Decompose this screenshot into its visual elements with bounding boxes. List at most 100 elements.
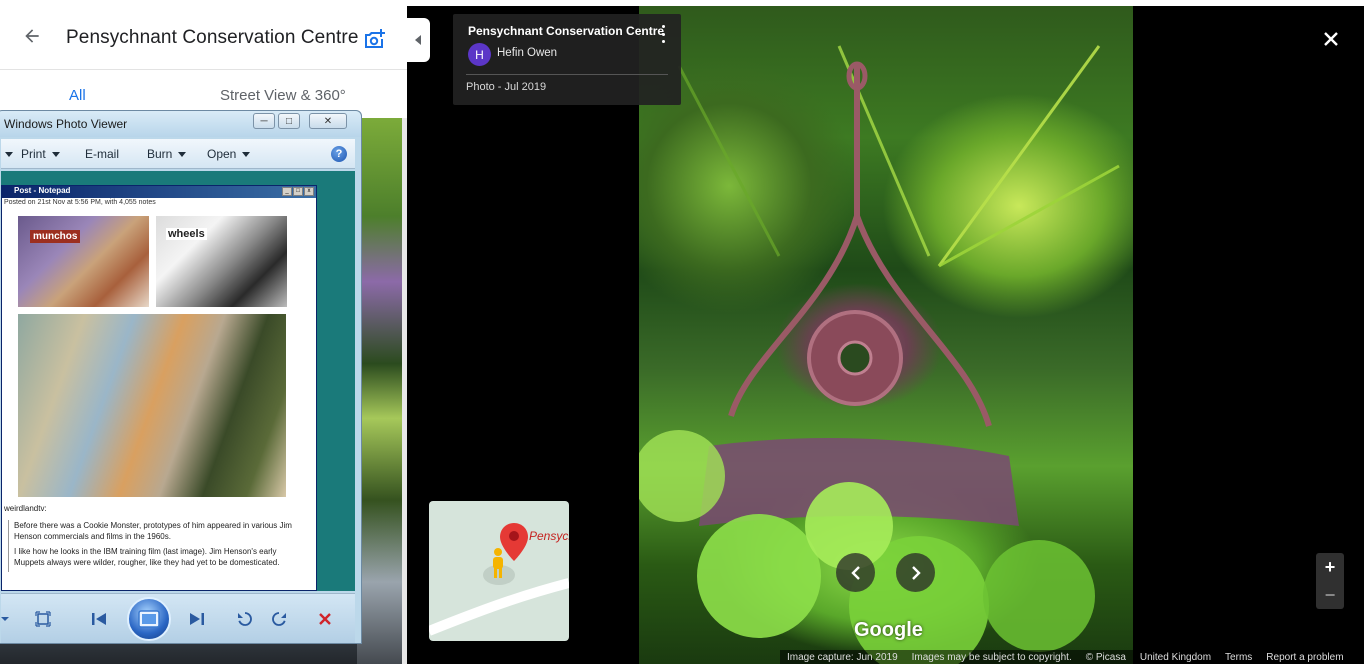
main-photo[interactable] xyxy=(639,6,1133,664)
pegman-icon xyxy=(493,548,503,578)
terms-link[interactable]: Terms xyxy=(1218,652,1259,663)
picasa-credit: © Picasa xyxy=(1085,651,1126,663)
dot xyxy=(661,25,665,28)
slideshow-button[interactable] xyxy=(127,597,171,641)
fit-window-icon xyxy=(35,611,51,627)
dot xyxy=(661,40,665,43)
rotate-counterclockwise-icon xyxy=(238,612,252,626)
panel-title: Pensychnant Conservation Centre xyxy=(66,27,359,48)
chevron-down-icon xyxy=(5,152,13,158)
zoom-in-button[interactable]: + xyxy=(1316,553,1344,581)
notepad-controls: _ □ x xyxy=(282,187,314,196)
rotate-left-button[interactable] xyxy=(235,610,255,628)
help-button[interactable]: ? xyxy=(331,146,347,162)
more-options-button[interactable] xyxy=(658,25,668,43)
delete-button[interactable] xyxy=(315,610,335,628)
delete-x-icon xyxy=(319,613,331,625)
skip-next-icon xyxy=(190,613,204,625)
add-photo-icon xyxy=(365,29,385,48)
minimap[interactable]: Pensychnant Conse xyxy=(429,501,569,641)
iron-chair-ornament xyxy=(639,45,1120,664)
divider xyxy=(466,74,668,75)
post-username: weirdlandtv: xyxy=(4,504,47,513)
dot xyxy=(661,32,665,36)
window-title: Windows Photo Viewer xyxy=(4,117,128,131)
maximize-button[interactable]: □ xyxy=(278,113,300,129)
zoom-button[interactable] xyxy=(0,610,15,628)
chevron-down-icon xyxy=(51,152,60,158)
quote-paragraph: I like how he looks in the IBM training … xyxy=(14,547,280,567)
back-button[interactable] xyxy=(18,22,46,50)
chevron-down-icon xyxy=(242,152,251,158)
burn-menu[interactable]: Burn xyxy=(147,147,187,161)
photo-date: Photo - Jul 2019 xyxy=(466,81,547,93)
print-label: Print xyxy=(21,147,46,161)
copyright-notice: Images may be subject to copyright. xyxy=(911,651,1072,663)
tab-street-view[interactable]: Street View & 360° xyxy=(220,87,346,104)
window-titlebar[interactable]: Windows Photo Viewer ─ □ ✕ xyxy=(0,111,361,137)
attribution-footer: Image capture: Jun 2019 Images may be su… xyxy=(780,650,1364,664)
add-photo-button[interactable] xyxy=(360,24,390,54)
viewer-controls-bar xyxy=(1,593,355,643)
email-button[interactable]: E-mail xyxy=(85,147,119,161)
print-menu[interactable]: Print xyxy=(21,147,60,161)
close-icon: x xyxy=(304,187,314,196)
report-problem-link[interactable]: Report a problem xyxy=(1259,652,1350,663)
skip-previous-icon xyxy=(92,613,106,625)
minimize-icon: _ xyxy=(282,187,292,196)
rotate-clockwise-icon xyxy=(272,612,286,626)
region-link[interactable]: United Kingdom xyxy=(1133,652,1218,663)
maximize-icon: □ xyxy=(293,187,303,196)
chevron-down-icon xyxy=(1,617,9,621)
chevron-right-icon xyxy=(911,565,921,580)
minimap-place-label: Pensychnant Conse xyxy=(529,529,569,543)
window-close-button[interactable]: ✕ xyxy=(309,113,347,129)
screen: Pensychnant Conservation Centre All Stre… xyxy=(0,0,1364,664)
chevron-down-icon xyxy=(178,152,187,158)
burn-label: Burn xyxy=(147,147,173,161)
previous-photo-button[interactable] xyxy=(836,553,875,592)
image-text: munchos xyxy=(30,230,81,243)
close-icon xyxy=(1324,32,1338,46)
avatar[interactable]: H xyxy=(468,43,491,66)
capture-date: Image capture: Jun 2019 xyxy=(787,651,898,663)
windows-photo-viewer-window: Windows Photo Viewer ─ □ ✕ Print E-mail … xyxy=(0,110,362,644)
collapse-panel-button[interactable] xyxy=(407,18,430,62)
slideshow-icon xyxy=(138,610,160,628)
quote-paragraph: Before there was a Cookie Monster, proto… xyxy=(14,521,292,541)
google-logo: Google xyxy=(854,619,923,641)
viewer-canvas: Post - Notepad _ □ x Posted on 21st Nov at… xyxy=(1,171,355,591)
minimize-button[interactable]: ─ xyxy=(253,113,275,129)
post-image-ibm-film xyxy=(18,314,286,497)
panel-scrollbar[interactable] xyxy=(402,118,407,664)
notepad-titlebar: Post - Notepad _ □ x xyxy=(2,186,316,198)
rotate-right-button[interactable] xyxy=(269,610,289,628)
post-image-munchos: munchos xyxy=(18,216,149,307)
viewer-toolbar: Print E-mail Burn Open ? xyxy=(1,139,355,169)
actual-size-button[interactable] xyxy=(33,610,53,628)
arrow-back-icon xyxy=(25,29,39,43)
file-menu-caret[interactable] xyxy=(0,147,13,161)
close-viewer-button[interactable] xyxy=(1318,26,1344,52)
maximize-icon: □ xyxy=(285,115,293,127)
tab-all[interactable]: All xyxy=(69,87,86,104)
previous-button[interactable] xyxy=(89,610,109,628)
zoom-controls: + − xyxy=(1316,553,1344,609)
place-title[interactable]: Pensychnant Conservation Centre xyxy=(468,24,664,38)
open-menu[interactable]: Open xyxy=(207,147,251,161)
image-text: wheels xyxy=(166,228,207,240)
photo-thumbnail-edge xyxy=(357,118,402,664)
author-name[interactable]: Hefin Owen xyxy=(497,47,557,59)
post-meta: Posted on 21st Nov at 5:56 PM, with 4,05… xyxy=(4,199,156,206)
next-photo-button[interactable] xyxy=(896,553,935,592)
chevron-left-icon xyxy=(850,565,860,580)
notepad-title: Post - Notepad xyxy=(14,186,71,195)
next-button[interactable] xyxy=(187,610,207,628)
open-label: Open xyxy=(207,147,237,161)
post-quote: Before there was a Cookie Monster, proto… xyxy=(8,520,304,572)
photo-info-card: Pensychnant Conservation Centre H Hefin … xyxy=(453,14,681,105)
panel-header: Pensychnant Conservation Centre xyxy=(0,0,407,70)
post-image-wheels: wheels xyxy=(156,216,287,307)
close-icon: ✕ xyxy=(323,115,333,127)
zoom-out-button[interactable]: − xyxy=(1316,581,1344,609)
